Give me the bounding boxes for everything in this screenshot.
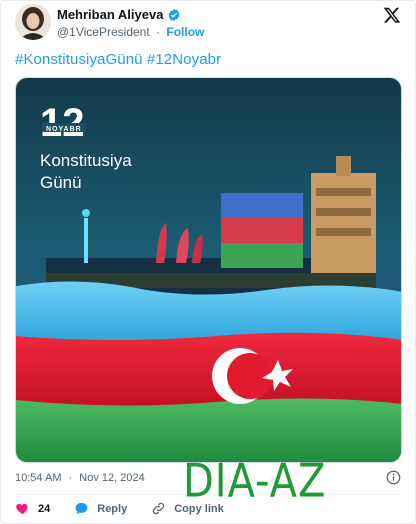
tweet-text: #KonstitusiyaGünü #12Noyabr bbox=[15, 51, 221, 68]
title-line-2: Günü bbox=[40, 173, 82, 192]
tweet-timestamp[interactable]: 10:54 AM · Nov 12, 2024 bbox=[15, 472, 145, 484]
flag-red-band bbox=[16, 332, 401, 409]
tweet-date: Nov 12, 2024 bbox=[79, 472, 145, 484]
avatar-image bbox=[15, 4, 51, 40]
author-handle-row: @1VicePresident · Follow bbox=[57, 25, 204, 39]
author-name-row: Mehriban Aliyeva bbox=[57, 7, 181, 22]
like-count: 24 bbox=[38, 502, 51, 515]
follow-button[interactable]: Follow bbox=[166, 25, 204, 39]
avatar[interactable] bbox=[15, 4, 51, 40]
watermark-logo: DIA-AZ bbox=[183, 455, 327, 508]
handle-separator: · bbox=[156, 25, 161, 39]
author-handle[interactable]: @1VicePresident bbox=[57, 25, 150, 39]
tv-tower bbox=[84, 218, 88, 263]
timestamp-separator: · bbox=[68, 472, 73, 484]
tweet-card: Mehriban Aliyeva @1VicePresident · Follo… bbox=[0, 0, 416, 524]
verified-badge-icon bbox=[169, 8, 180, 21]
hashtag-link[interactable]: #12Noyabr bbox=[147, 51, 221, 68]
info-icon[interactable] bbox=[386, 470, 401, 485]
flag-green-band bbox=[16, 398, 401, 462]
link-icon bbox=[153, 502, 165, 515]
reply-label: Reply bbox=[97, 502, 128, 515]
tweet-time: 10:54 AM bbox=[15, 472, 62, 484]
title-line-1: Konstitusiya bbox=[40, 151, 132, 170]
reply-button[interactable]: Reply bbox=[74, 501, 127, 516]
hashtag-link[interactable]: #KonstitusiyaGünü bbox=[15, 51, 143, 68]
like-button[interactable]: 24 bbox=[15, 501, 50, 516]
month-label: NOYABR bbox=[46, 126, 82, 133]
reply-bubble-icon bbox=[75, 502, 88, 515]
constitution-day-image: 12 NOYABR Konstitusiya Günü bbox=[16, 78, 401, 462]
author-name[interactable]: Mehriban Aliyeva bbox=[57, 7, 163, 22]
tweet-media[interactable]: 12 NOYABR Konstitusiya Günü bbox=[15, 77, 402, 463]
x-logo-icon[interactable] bbox=[383, 6, 401, 24]
heart-icon bbox=[16, 503, 28, 515]
